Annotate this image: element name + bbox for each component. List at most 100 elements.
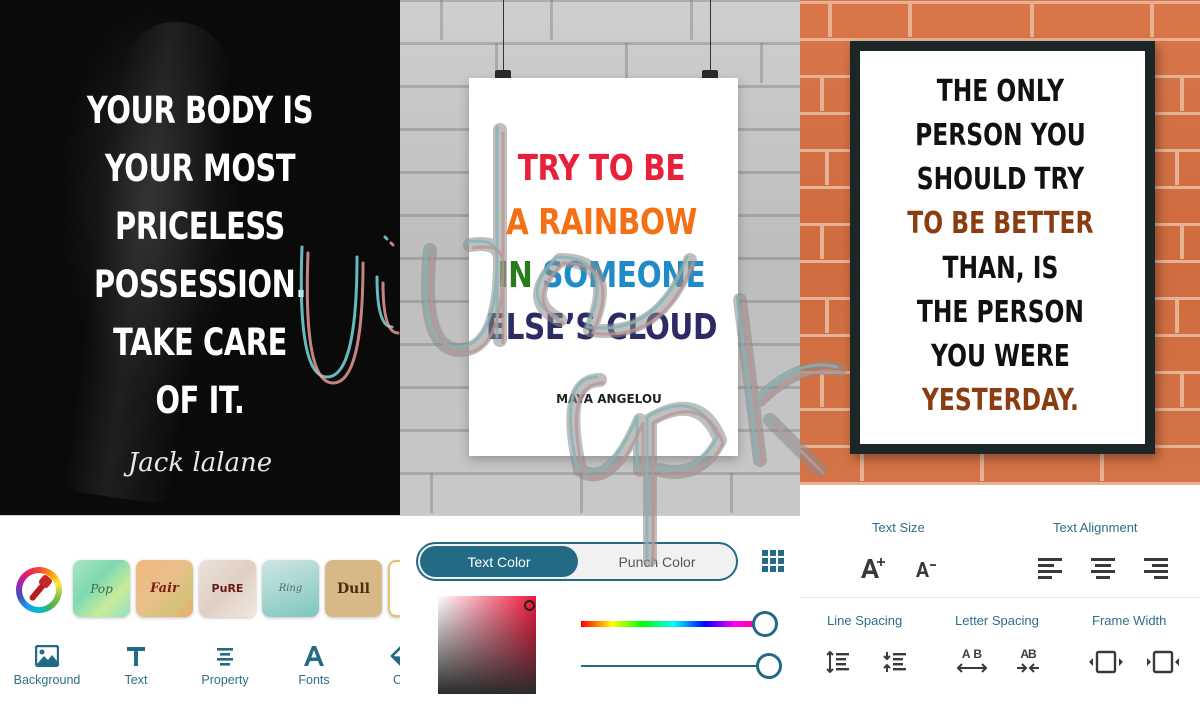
brick-joint <box>1180 373 1184 407</box>
align-left-icon[interactable] <box>1038 557 1062 584</box>
decrease-line-spacing-icon[interactable] <box>883 651 907 678</box>
text-t-icon <box>91 643 181 669</box>
quote-line: YOUR MOST <box>104 147 296 190</box>
background-swatch-ring[interactable]: Ring <box>262 560 319 617</box>
background-editor-screen: YOUR BODY IS YOUR MOST PRICELESS POSSESS… <box>0 0 400 710</box>
brick-joint <box>1175 299 1179 333</box>
tab-fonts[interactable]: Fonts <box>269 643 359 687</box>
tab-property[interactable]: Property <box>180 643 270 687</box>
brick-joint <box>690 0 693 40</box>
align-center-icon[interactable] <box>1091 557 1115 584</box>
quote-author[interactable]: MAYA ANGELOU <box>400 392 800 406</box>
align-center-icon <box>180 643 270 669</box>
brick-joint <box>820 373 824 407</box>
tab-color-partial[interactable]: Co <box>356 643 400 687</box>
quote-line: POSSESSION. <box>93 263 307 306</box>
increase-frame-width-icon[interactable] <box>1088 650 1124 679</box>
brick-joint <box>730 473 733 513</box>
brick-joint <box>908 3 912 37</box>
quote-line[interactable]: IN SOMEONE <box>437 255 765 296</box>
letter-spacing-label: Letter Spacing <box>955 613 1039 628</box>
background-swatch-fair[interactable]: Fair <box>136 560 193 617</box>
hanging-string <box>503 0 504 72</box>
divider <box>800 597 1200 598</box>
brick-joint <box>1150 3 1154 37</box>
align-right-icon[interactable] <box>1144 557 1168 584</box>
tab-label: Text <box>124 673 148 687</box>
background-swatch-partial[interactable] <box>388 560 400 617</box>
quote-canvas[interactable]: YOUR BODY IS YOUR MOST PRICELESS POSSESS… <box>0 0 400 515</box>
hue-slider-thumb[interactable] <box>752 611 778 637</box>
quote-word: IN <box>497 255 543 296</box>
divider <box>0 515 400 516</box>
property-editor-screen: THE ONLY PERSON YOU SHOULD TRY TO BE BET… <box>800 0 1200 710</box>
text-color-tab[interactable]: Text Color <box>420 546 578 577</box>
swatch-label: Ring <box>278 583 303 594</box>
brick-joint <box>440 0 443 40</box>
increase-line-spacing-icon[interactable] <box>826 650 850 678</box>
quote-line: PRICELESS <box>115 205 285 248</box>
quote-line[interactable]: PERSON YOU <box>844 118 1156 153</box>
brick-joint <box>1180 225 1184 259</box>
brick-joint <box>550 0 553 40</box>
brick-joint <box>430 473 433 513</box>
letter-spacing-narrow-text: AB <box>1020 647 1036 661</box>
brick-joint <box>1180 77 1184 111</box>
quote-word: SOMEONE <box>542 255 706 296</box>
quote-line[interactable]: THAN, IS <box>844 251 1156 286</box>
quote-line-accent[interactable]: TO BE BETTER <box>844 206 1156 241</box>
text-color-editor-screen: TRY TO BE A RAINBOW IN SOMEONE ELSE’S CL… <box>400 0 800 710</box>
line-spacing-label: Line Spacing <box>827 613 903 628</box>
hue-slider[interactable] <box>581 621 766 627</box>
decrease-frame-width-icon[interactable] <box>1145 650 1181 679</box>
opacity-slider-thumb[interactable] <box>756 653 782 679</box>
text-size-label: Text Size <box>872 520 925 535</box>
sv-picker-handle[interactable] <box>524 600 535 611</box>
quote-line[interactable]: THE PERSON <box>844 295 1156 330</box>
quote-line[interactable]: A RAINBOW <box>437 202 765 243</box>
background-swatch-dull[interactable]: Dull <box>325 560 382 617</box>
paint-bucket-icon <box>356 643 400 669</box>
quote-line[interactable]: SHOULD TRY <box>844 162 1156 197</box>
quote-line[interactable]: YOU WERE <box>844 339 1156 374</box>
quote-text[interactable]: YOUR BODY IS YOUR MOST PRICELESS POSSESS… <box>44 82 356 430</box>
grid-palette-icon[interactable] <box>762 550 784 572</box>
color-target-toggle: Text Color Punch Color <box>416 542 738 581</box>
brick-joint <box>820 77 824 111</box>
brick-joint <box>825 299 829 333</box>
brick-joint <box>820 225 824 259</box>
quote-line-accent[interactable]: YESTERDAY. <box>844 383 1156 418</box>
quote-line[interactable]: TRY TO BE <box>437 148 765 189</box>
swatch-label: Fair <box>150 581 179 596</box>
brick-joint <box>625 43 628 83</box>
tab-background[interactable]: Background <box>2 643 92 687</box>
tab-text[interactable]: Text <box>91 643 181 687</box>
tab-label: Property <box>201 673 249 687</box>
eyedropper-color-wheel-icon[interactable] <box>16 567 62 613</box>
background-swatch-pop[interactable]: Pop <box>73 560 130 617</box>
brick-joint <box>580 473 583 513</box>
increase-text-size-icon[interactable] <box>861 556 887 585</box>
decrease-text-size-icon[interactable] <box>916 560 938 583</box>
decrease-letter-spacing-icon[interactable]: AB <box>1015 648 1041 678</box>
opacity-slider[interactable] <box>581 665 771 667</box>
punch-color-tab[interactable]: Punch Color <box>578 546 736 577</box>
brick-joint <box>1175 151 1179 185</box>
swatch-label: PuRE <box>211 582 244 595</box>
brick-joint <box>1030 3 1034 37</box>
hanging-string <box>710 0 711 72</box>
frame-width-label: Frame Width <box>1092 613 1167 628</box>
letter-spacing-wide-text: A B <box>961 647 983 661</box>
tab-label: Fonts <box>298 673 330 687</box>
increase-letter-spacing-icon[interactable]: A B <box>955 648 989 678</box>
divider <box>400 515 800 516</box>
quote-author[interactable]: Jack lalane <box>0 448 400 478</box>
font-a-icon <box>269 643 359 669</box>
tab-label: Co <box>393 673 400 687</box>
quote-line: OF IT. <box>155 379 245 422</box>
quote-line[interactable]: ELSE’S CLOUD <box>437 307 765 348</box>
swatch-label: Pop <box>90 581 113 596</box>
background-swatch-pure[interactable]: PuRE <box>199 560 256 617</box>
quote-line[interactable]: THE ONLY <box>844 74 1156 109</box>
saturation-value-picker[interactable] <box>438 596 536 694</box>
